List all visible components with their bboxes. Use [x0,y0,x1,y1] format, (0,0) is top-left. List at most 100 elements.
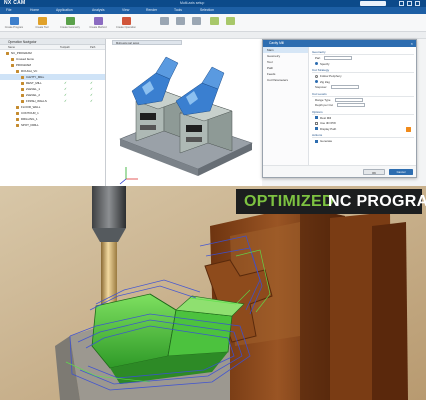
operation-icon [16,69,19,73]
operation-icon [6,51,9,55]
dialog-section-heading[interactable]: Actions [312,132,414,138]
dialog-option-label: Follow Periphery [320,74,342,78]
quick-access-bar [0,32,426,39]
navigator-row[interactable]: SPOT_DRILL [0,122,105,128]
app-name: NX CAM [4,0,26,6]
dialog-option[interactable]: Display Path [312,127,414,133]
dialog-field-input[interactable] [330,85,359,90]
menu-tools[interactable]: Tools [174,7,182,14]
checkbox[interactable] [315,116,318,120]
close-icon[interactable] [415,1,420,6]
fixture-model-graphic [119,56,253,185]
toolpath-icon[interactable] [210,17,219,25]
postprocess-icon[interactable] [192,17,201,25]
ribbon-toolbar: Create Program Create Tool Create Geomet… [0,14,426,32]
menu-render[interactable]: Render [146,7,157,14]
dialog-option-label: Display Path [320,126,337,131]
verify-icon[interactable] [176,17,185,25]
navigator-row-label: SPOT_DRILL [21,123,39,127]
dialog-close-icon[interactable]: × [411,40,413,47]
menu-analysis[interactable]: Analysis [92,7,105,14]
menu-application[interactable]: Application [56,7,73,14]
dialog-options-pane: Geometry Part Specify Cut Strategy Follow Pe… [312,49,414,165]
dialog-field-input[interactable] [324,56,353,61]
operation-icon [16,117,19,121]
checkbox[interactable] [315,127,318,131]
radio-button[interactable] [315,74,318,78]
operation-icon [21,75,24,79]
menu-file[interactable]: File [6,7,11,14]
operation-icon [21,93,24,97]
create-geometry-icon[interactable] [66,17,75,25]
dialog-option[interactable]: Depth per Cut [312,103,414,109]
dialog-footer: OK Cancel [263,165,416,177]
create-program-label: Create Program [4,26,24,29]
operation-icon [16,123,19,127]
dialog-option[interactable]: Specify [312,62,414,68]
create-method-icon[interactable] [94,17,103,25]
menu-home[interactable]: Home [30,7,39,14]
headline-banner: OPTIMIZED NC PROGRAM [236,189,426,214]
dialog-option-label: Generate [320,139,333,143]
create-program-icon[interactable] [10,17,19,25]
dialog-field-input[interactable] [334,97,363,102]
create-operation-label: Create Operation [116,26,136,29]
dialog-option[interactable]: Stepover [312,85,414,91]
graphics-viewport[interactable] [106,39,262,186]
operation-icon [16,105,19,109]
checkbox[interactable] [315,139,318,143]
create-method-label: Create Method [89,26,107,29]
checkbox[interactable] [315,121,318,125]
siemens-logo-icon [360,1,386,6]
operation-icon [21,87,24,91]
dialog-field-input[interactable] [337,103,365,108]
dialog-title: Cavity Mill × [263,40,416,47]
operation-dialog: Cavity Mill × Main Geometry Tool Path Feeds C… [262,39,417,178]
banner-word-nc-program: NC PROGRAM [328,193,426,210]
operation-icon [11,57,14,61]
machining-render-graphic [0,186,426,400]
viewport-tab[interactable]: Multi-axis part setup [112,40,182,45]
maximize-icon[interactable] [407,1,412,6]
title-bar: NX CAM Multi-axis setup [0,0,426,7]
dialog-section-heading[interactable]: Geometry [312,49,414,55]
dialog-section-heading[interactable]: Options [312,109,414,115]
dialog-title-text: Cavity Mill [269,41,285,45]
dialog-option-label: Zig Zag [320,79,330,84]
dialog-option-label: Stepover [315,85,327,89]
dialog-option-label: Depth per Cut [315,103,333,107]
radio-button[interactable] [315,62,318,66]
dialog-option[interactable]: Generate [312,139,414,145]
banner-word-optimized: OPTIMIZED [244,193,334,210]
optimized-program-render: OPTIMIZED NC PROGRAM [0,186,426,400]
operation-icon [21,99,24,103]
dialog-option-label: Part [315,56,321,60]
minimize-icon[interactable] [399,1,404,6]
dialog-group-list: Main Geometry Tool Path Feeds Cut Parameters [263,47,309,167]
create-tool-label: Create Tool [35,26,49,29]
menu-selection[interactable]: Selection [200,7,214,14]
create-operation-icon[interactable] [122,17,131,25]
nx-cam-window: NX CAM Multi-axis setup File Home Applic… [0,0,426,186]
dialog-section-heading[interactable]: Cut Levels [312,91,414,97]
dialog-option-label: Rest Mill [320,115,332,120]
operation-icon [16,111,19,115]
operation-navigator: Operation Navigator Name Toolpath Path N… [0,39,106,186]
simulate-icon[interactable] [226,17,235,25]
dialog-section-heading[interactable]: Cut Strategy [312,67,414,73]
menu-bar: File Home Application Analysis View Rend… [0,7,426,14]
dialog-group-item[interactable]: Cut Parameters [263,77,308,83]
dialog-option-label: Range Type [315,97,331,102]
operation-icon [21,81,24,85]
window-title: Multi-axis setup [180,1,205,5]
operation-icon [11,63,14,67]
ok-button[interactable]: OK [363,169,385,175]
wrench-icon[interactable] [406,127,411,132]
radio-button[interactable] [315,80,318,84]
generate-icon[interactable] [160,17,169,25]
create-tool-icon[interactable] [38,17,47,25]
cancel-button[interactable]: Cancel [389,169,413,175]
dialog-option-label: Use 3D IPW [320,121,336,125]
create-geometry-label: Create Geometry [60,26,80,29]
menu-view[interactable]: View [122,7,129,14]
